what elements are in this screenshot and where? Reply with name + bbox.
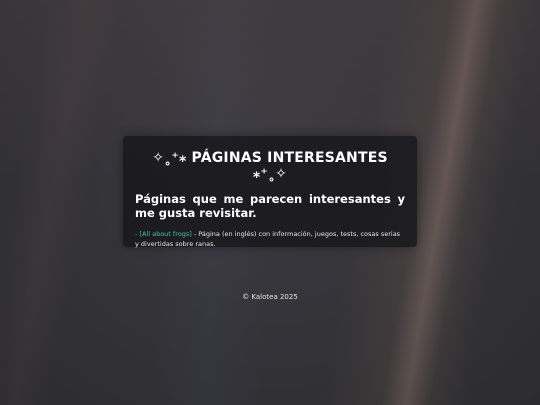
all-about-frogs-link[interactable]: [All about frogs] [139,230,191,238]
copyright-footer: © Kalotea 2025 [242,293,298,301]
page-title: ✧˳⁺⁎ PÁGINAS INTERESANTES ⁎⁺˳✧ [152,150,388,182]
interesting-pages-card: ✧˳⁺⁎ PÁGINAS INTERESANTES ⁎⁺˳✧ Páginas q… [123,136,417,249]
page-subtitle: Páginas que me parecen interesantes y me… [135,192,405,220]
list-item: - [All about frogs] - Página (en inglés)… [135,229,405,249]
